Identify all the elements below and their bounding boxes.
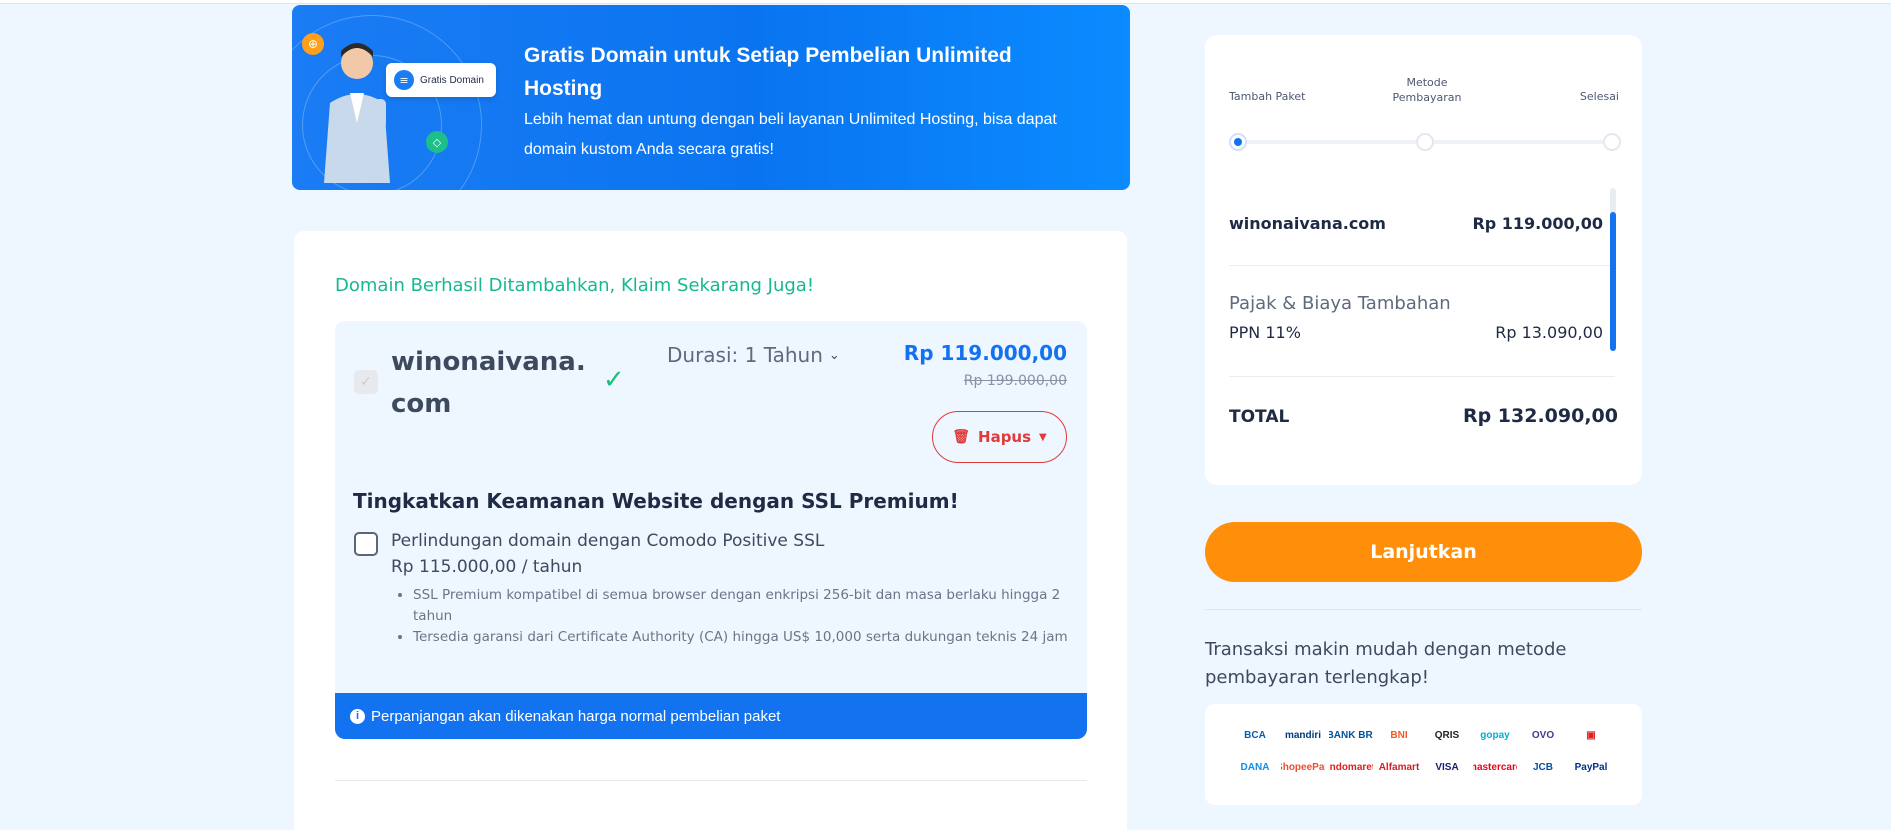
info-icon: i <box>350 708 365 724</box>
domain-checkbox: ✓ <box>354 370 378 394</box>
ssl-title: Tingkatkan Keamanan Website dengan SSL P… <box>353 489 959 513</box>
payment-logo: BANK BRI <box>1329 729 1373 741</box>
divider <box>1229 376 1615 377</box>
tag-icon: ◇ <box>426 131 448 153</box>
tax-title: Pajak & Biaya Tambahan <box>1229 293 1451 314</box>
free-domain-badge: ≡ Gratis Domain <box>386 63 496 97</box>
renewal-notice-text: Perpanjangan akan dikenakan harga normal… <box>371 707 781 725</box>
ssl-feature: SSL Premium kompatibel di semua browser … <box>413 585 1069 627</box>
payment-logo: mandiri <box>1284 729 1322 741</box>
check-icon: ✓ <box>603 365 625 395</box>
tax-item-name: PPN 11% <box>1229 323 1301 342</box>
total-value: Rp 132.090,00 <box>1462 405 1618 427</box>
step-dot <box>1416 133 1434 151</box>
step-label-payment-method: Metode Pembayaran <box>1392 76 1462 104</box>
total-label: TOTAL <box>1229 407 1290 427</box>
payment-logo: VISA <box>1435 761 1459 773</box>
person-illustration <box>324 43 390 183</box>
ssl-option-label[interactable]: Perlindungan domain dengan Comodo Positi… <box>391 531 824 551</box>
free-domain-badge-label: Gratis Domain <box>420 74 484 86</box>
remove-label: Hapus <box>978 428 1032 446</box>
payment-logo: Alfamart <box>1378 761 1420 773</box>
domain-item: ✓ winonaivana.com ✓ Durasi: 1 Tahun ⌄ Rp… <box>335 321 1087 739</box>
renewal-notice: i Perpanjangan akan dikenakan harga norm… <box>335 693 1087 739</box>
payment-logo: PayPal <box>1574 761 1608 773</box>
tax-item-price: Rp 13.090,00 <box>1495 323 1603 342</box>
payment-logo: OVO <box>1531 729 1555 741</box>
duration-dropdown[interactable]: Durasi: 1 Tahun ⌄ <box>667 343 840 367</box>
ssl-features-list: SSL Premium kompatibel di semua browser … <box>409 585 1069 648</box>
payment-logo: JCB <box>1532 761 1553 773</box>
divider <box>1229 265 1615 266</box>
duration-label: Durasi: 1 Tahun <box>667 343 823 367</box>
banner-subtitle: Lebih hemat dan untung dengan beli layan… <box>524 111 1057 158</box>
step-dot <box>1603 133 1621 151</box>
scrollbar-thumb[interactable] <box>1610 212 1616 351</box>
domain-old-price: Rp 199.000,00 <box>963 373 1067 389</box>
ssl-option-price: Rp 115.000,00 / tahun <box>391 557 583 577</box>
continue-button[interactable]: Lanjutkan <box>1205 522 1642 582</box>
trash-icon: 🗑 <box>952 429 971 445</box>
summary-scrollbar[interactable] <box>1610 188 1616 351</box>
remove-button[interactable]: 🗑 Hapus ▼ <box>932 411 1067 463</box>
payment-logos-grid: BCA mandiri BANK BRI BNI QRIS gopay OVO ▣ DANA Sh… <box>1233 726 1613 776</box>
payment-logo: gopay <box>1480 729 1510 741</box>
top-border <box>0 0 1891 4</box>
summary-item-price: Rp 119.000,00 <box>1472 214 1603 233</box>
domain-name: winonaivana.com <box>391 347 586 419</box>
payment-logos-box: BCA mandiri BANK BRI BNI QRIS gopay OVO ▣ DANA Sh… <box>1205 704 1642 805</box>
summary-item-name: winonaivana.com <box>1229 214 1386 233</box>
divider <box>1205 609 1642 610</box>
step-label-done: Selesai <box>1579 90 1619 103</box>
payment-logo: QRIS <box>1434 729 1460 741</box>
success-message: Domain Berhasil Ditambahkan, Klaim Sekar… <box>335 275 815 296</box>
domain-price: Rp 119.000,00 <box>903 341 1067 365</box>
payment-logo: mastercard <box>1473 761 1517 773</box>
step-dot-active <box>1229 133 1247 151</box>
ssl-checkbox[interactable] <box>354 532 378 556</box>
payment-logo: ShopeePay <box>1281 761 1325 773</box>
payment-logo: ▣ <box>1586 729 1596 741</box>
caret-down-icon: ▼ <box>1039 431 1047 443</box>
chevron-down-icon: ⌄ <box>828 347 840 363</box>
domain-card: Domain Berhasil Ditambahkan, Klaim Sekar… <box>294 231 1127 830</box>
order-summary: Tambah Paket Metode Pembayaran Selesai w… <box>1205 35 1642 485</box>
promo-banner: ⊕ ≡ Gratis Domain ◇ Gratis Domain untuk … <box>292 5 1130 190</box>
checkout-stepper: Tambah Paket Metode Pembayaran Selesai <box>1229 75 1621 151</box>
payment-logo: BCA <box>1244 729 1266 741</box>
step-label-add-package: Tambah Paket <box>1229 90 1306 103</box>
domain-icon: ≡ <box>394 70 414 90</box>
banner-title: Gratis Domain untuk Setiap Pembelian Unl… <box>524 44 1012 100</box>
payment-logo: Indomaret <box>1329 761 1373 773</box>
payment-logo: BNI <box>1390 729 1408 741</box>
divider <box>335 780 1087 781</box>
payment-methods-text: Transaksi makin mudah dengan metode pemb… <box>1205 639 1567 688</box>
payment-logo: DANA <box>1240 761 1270 773</box>
ssl-feature: Tersedia garansi dari Certificate Author… <box>413 627 1069 648</box>
